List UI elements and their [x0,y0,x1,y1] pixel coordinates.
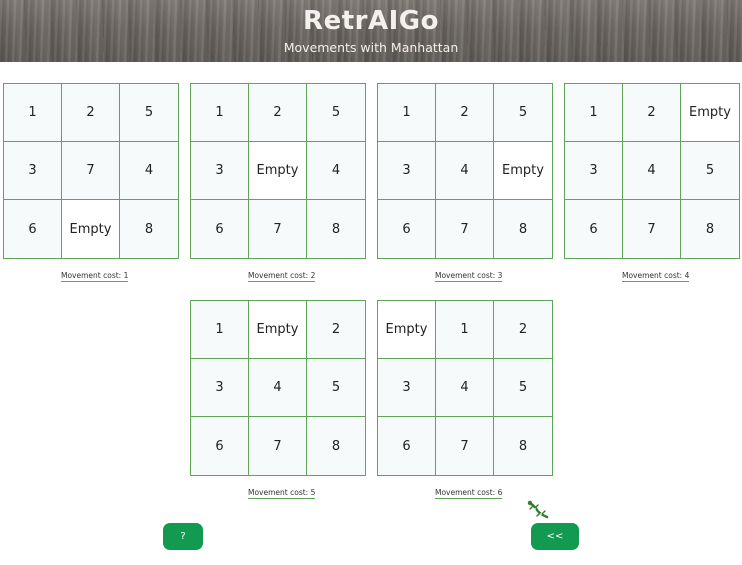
board-cell: 8 [681,200,739,258]
back-button[interactable]: << [531,523,579,550]
board-cell: 8 [494,200,552,258]
board-cell: 3 [191,142,249,200]
board-cell: 8 [120,200,178,258]
board-cell: 7 [623,200,681,258]
board-cell: 3 [191,359,249,417]
board-cell: 2 [623,84,681,142]
header-banner: RetrAIGo Movements with Manhattan [0,0,742,62]
board-cell: 1 [191,301,249,359]
board-cell: 5 [120,84,178,142]
board-cell-empty: Empty [378,301,436,359]
puzzle-board-6: Empty 1 2 3 4 5 6 7 8 [377,300,553,476]
board-cell: 2 [494,301,552,359]
puzzle-board-1: 1 2 5 3 7 4 6 Empty 8 [3,83,179,259]
board-cell: 3 [378,142,436,200]
board-cell: 1 [191,84,249,142]
puzzle-board-3: 1 2 5 3 4 Empty 6 7 8 [377,83,553,259]
board-cell: 2 [249,84,307,142]
board-cell: 6 [191,417,249,475]
movement-cost-label-5: Movement cost: 5 [248,488,316,499]
board-cell-empty: Empty [249,142,307,200]
board-cell: 6 [378,417,436,475]
board-cell-empty: Empty [494,142,552,200]
puzzle-board-5: 1 Empty 2 3 4 5 6 7 8 [190,300,366,476]
board-cell: 6 [4,200,62,258]
board-cell: 7 [436,200,494,258]
board-cell: 4 [436,142,494,200]
board-cell: 1 [378,84,436,142]
board-cell: 8 [307,417,365,475]
board-cell: 5 [307,359,365,417]
help-button-label: ? [180,531,186,542]
board-cell: 7 [62,142,120,200]
board-cell: 3 [565,142,623,200]
board-cell: 5 [494,359,552,417]
app-subtitle: Movements with Manhattan [283,40,459,55]
app-title: RetrAIGo [303,6,439,36]
board-cell: 1 [436,301,494,359]
board-cell: 4 [623,142,681,200]
board-cell: 1 [565,84,623,142]
movement-cost-label-4: Movement cost: 4 [622,271,690,282]
board-cell: 1 [4,84,62,142]
gecko-icon [527,500,549,519]
board-cell: 3 [4,142,62,200]
board-cell: 6 [565,200,623,258]
board-cell: 7 [436,417,494,475]
board-cell: 4 [436,359,494,417]
board-cell: 2 [436,84,494,142]
board-cell: 4 [120,142,178,200]
movement-cost-label-3: Movement cost: 3 [435,271,503,282]
board-cell: 6 [378,200,436,258]
board-cell: 7 [249,200,307,258]
puzzle-board-4: 1 2 Empty 3 4 5 6 7 8 [564,83,740,259]
board-cell: 5 [494,84,552,142]
back-button-label: << [546,531,564,542]
movement-cost-label-6: Movement cost: 6 [435,488,503,499]
board-cell-empty: Empty [62,200,120,258]
board-cell: 6 [191,200,249,258]
board-cell: 3 [378,359,436,417]
board-cell-empty: Empty [249,301,307,359]
board-cell: 2 [62,84,120,142]
puzzle-board-2: 1 2 5 3 Empty 4 6 7 8 [190,83,366,259]
board-cell-empty: Empty [681,84,739,142]
board-cell: 5 [307,84,365,142]
board-cell: 7 [249,417,307,475]
board-cell: 2 [307,301,365,359]
board-cell: 5 [681,142,739,200]
board-cell: 4 [307,142,365,200]
board-cell: 4 [249,359,307,417]
board-cell: 8 [494,417,552,475]
board-cell: 8 [307,200,365,258]
movement-cost-label-1: Movement cost: 1 [61,271,129,282]
movement-cost-label-2: Movement cost: 2 [248,271,316,282]
help-button[interactable]: ? [163,523,203,550]
